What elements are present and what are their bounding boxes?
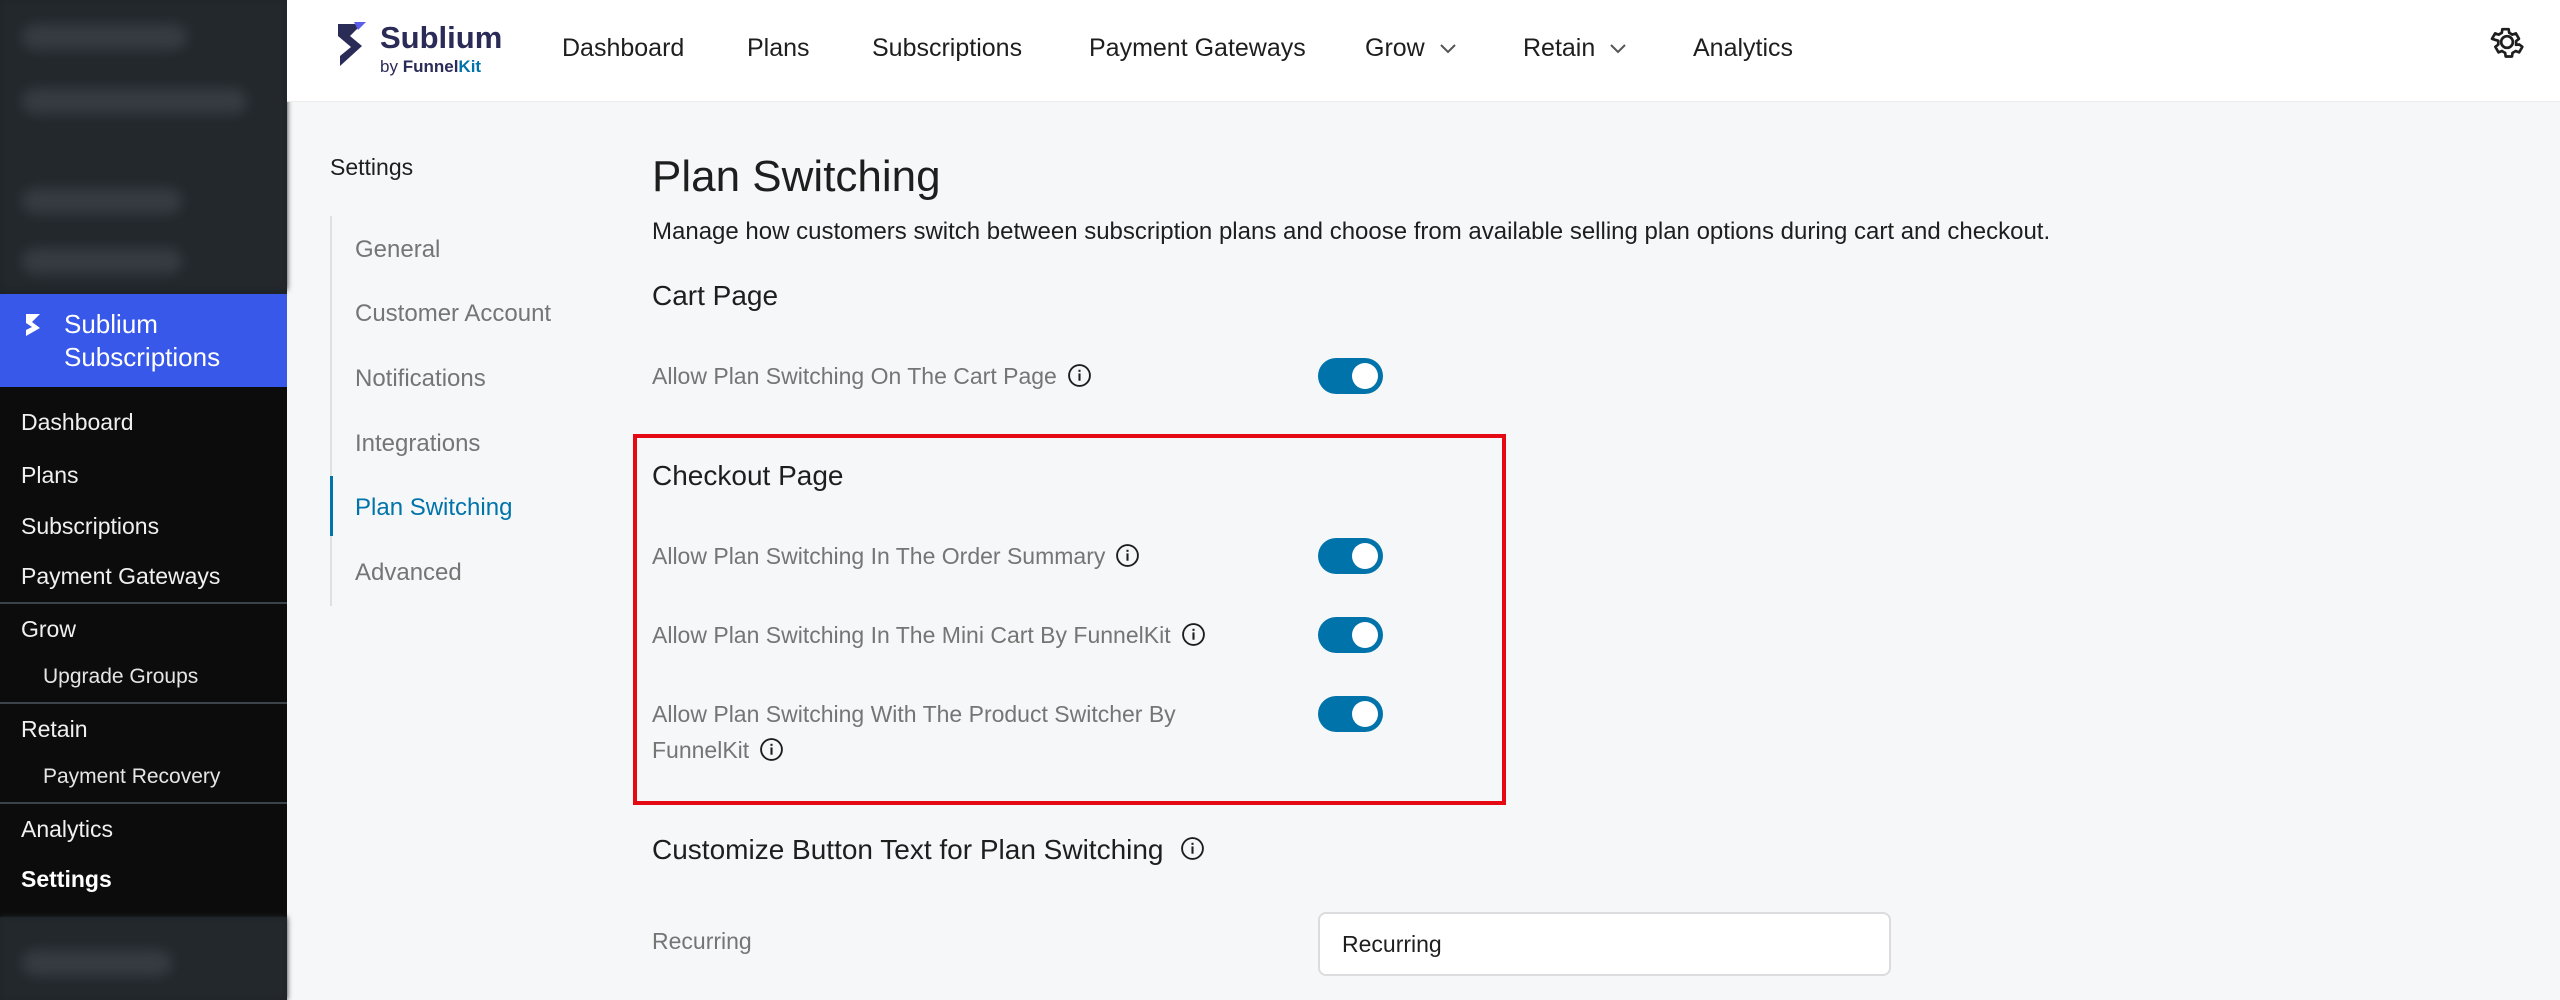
- divider: [0, 702, 287, 704]
- nav-retain[interactable]: Retain: [1523, 34, 1627, 63]
- wp-submenu-grow[interactable]: Grow: [21, 616, 76, 643]
- wp-submenu-retain[interactable]: Retain: [21, 716, 87, 743]
- blurred-item: [22, 24, 187, 50]
- section-heading-button-text: Customize Button Text for Plan Switching: [652, 834, 1205, 866]
- wp-submenu-subscriptions[interactable]: Subscriptions: [21, 513, 159, 540]
- divider: [0, 802, 287, 804]
- setting-label-product-switcher: Allow Plan Switching With The Product Sw…: [652, 701, 1176, 763]
- chevron-down-icon: [1440, 43, 1456, 53]
- sublium-logo-icon: [26, 314, 40, 336]
- wp-admin-sidebar: Sublium Subscriptions Dashboard Plans Su…: [0, 0, 287, 1000]
- info-icon[interactable]: [759, 737, 784, 762]
- wp-submenu-payment-recovery[interactable]: Payment Recovery: [43, 765, 220, 789]
- wp-submenu-settings[interactable]: Settings: [21, 866, 112, 893]
- toggle-mini-cart[interactable]: [1318, 617, 1383, 653]
- toggle-knob: [1352, 543, 1378, 569]
- nav-plans[interactable]: Plans: [747, 34, 810, 63]
- blurred-item: [22, 188, 182, 214]
- nav-dashboard[interactable]: Dashboard: [562, 34, 684, 63]
- wp-submenu-payment-gateways[interactable]: Payment Gateways: [21, 563, 220, 590]
- nav-analytics[interactable]: Analytics: [1693, 34, 1793, 63]
- toggle-product-switcher[interactable]: [1318, 696, 1383, 732]
- setting-label-cart: Allow Plan Switching On The Cart Page: [652, 358, 1092, 394]
- toggle-order-summary[interactable]: [1318, 538, 1383, 574]
- recurring-label: Recurring: [652, 928, 752, 954]
- settings-nav-general[interactable]: General: [355, 236, 440, 264]
- blurred-item: [22, 950, 172, 976]
- settings-nav-integrations[interactable]: Integrations: [355, 430, 480, 458]
- chevron-down-icon: [1610, 43, 1626, 53]
- info-icon[interactable]: [1115, 543, 1140, 568]
- divider: [0, 602, 287, 604]
- brand-byline: by FunnelKit: [380, 57, 482, 76]
- page-description: Manage how customers switch between subs…: [652, 218, 2051, 245]
- gear-icon[interactable]: [2487, 22, 2527, 62]
- info-icon[interactable]: [1067, 363, 1092, 388]
- toggle-knob: [1352, 701, 1378, 727]
- info-icon[interactable]: [1181, 622, 1206, 647]
- active-indicator: [330, 476, 333, 536]
- nav-subscriptions[interactable]: Subscriptions: [872, 34, 1022, 63]
- blurred-item: [22, 248, 182, 274]
- info-icon[interactable]: [1180, 836, 1205, 861]
- top-navigation: Sublium by FunnelKit Dashboard Plans Sub…: [287, 0, 2560, 102]
- toggle-cart-plan-switching[interactable]: [1318, 358, 1383, 394]
- page-title: Plan Switching: [652, 152, 941, 201]
- settings-nav-title: Settings: [330, 154, 414, 180]
- blurred-item: [22, 88, 247, 114]
- toggle-knob: [1352, 622, 1378, 648]
- wp-submenu-dashboard[interactable]: Dashboard: [21, 409, 134, 436]
- toggle-knob: [1352, 363, 1378, 389]
- settings-nav-plan-switching[interactable]: Plan Switching: [355, 494, 512, 522]
- recurring-button-text-input[interactable]: [1318, 912, 1891, 976]
- wp-menu-sublium-subscriptions[interactable]: Sublium Subscriptions: [0, 294, 287, 387]
- settings-nav-customer-account[interactable]: Customer Account: [355, 300, 551, 328]
- settings-nav-notifications[interactable]: Notifications: [355, 365, 486, 393]
- wp-submenu-upgrade-groups[interactable]: Upgrade Groups: [43, 665, 198, 689]
- wp-submenu: Dashboard Plans Subscriptions Payment Ga…: [0, 387, 287, 917]
- section-heading-checkout: Checkout Page: [652, 460, 844, 491]
- settings-nav: General Customer Account Notifications I…: [330, 216, 590, 606]
- sublium-brand-icon: [338, 22, 366, 66]
- setting-label-order-summary: Allow Plan Switching In The Order Summar…: [652, 538, 1140, 574]
- nav-payment-gateways[interactable]: Payment Gateways: [1089, 34, 1306, 63]
- setting-label-mini-cart: Allow Plan Switching In The Mini Cart By…: [652, 617, 1206, 653]
- section-heading-cart: Cart Page: [652, 280, 779, 311]
- wp-menu-label: Sublium Subscriptions: [64, 309, 221, 372]
- wp-submenu-analytics[interactable]: Analytics: [21, 816, 113, 843]
- nav-grow[interactable]: Grow: [1365, 34, 1457, 63]
- settings-nav-advanced[interactable]: Advanced: [355, 559, 462, 587]
- wp-submenu-plans[interactable]: Plans: [21, 462, 79, 489]
- brand-logo[interactable]: Sublium by FunnelKit: [332, 20, 532, 82]
- brand-name: Sublium: [380, 20, 503, 55]
